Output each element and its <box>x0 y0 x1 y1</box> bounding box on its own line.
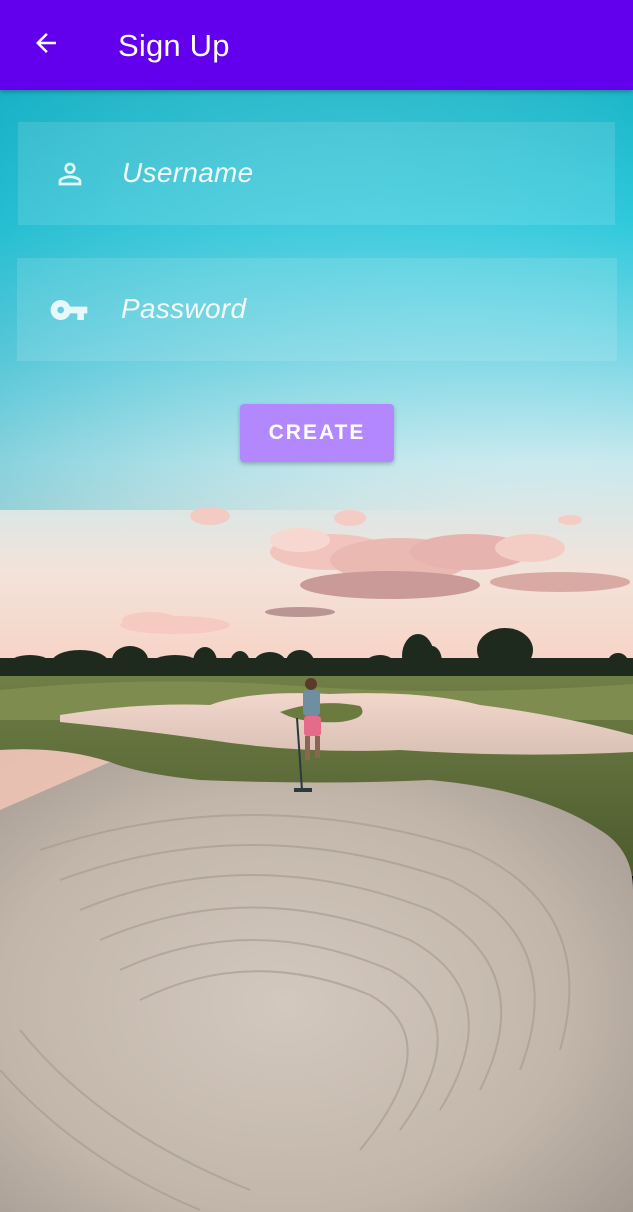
person-icon <box>50 154 90 194</box>
arrow-back-icon[interactable] <box>31 28 61 63</box>
page-title: Sign Up <box>118 28 230 63</box>
username-placeholder: Username <box>122 157 254 188</box>
app-bar: Sign Up <box>0 0 633 90</box>
password-field[interactable]: Password <box>17 258 617 361</box>
password-placeholder: Password <box>121 293 247 324</box>
key-icon <box>49 290 89 330</box>
back-button[interactable] <box>18 20 74 70</box>
signup-screen: Sign Up Username Password CREATE <box>0 0 633 1212</box>
username-field[interactable]: Username <box>18 122 615 225</box>
create-button[interactable]: CREATE <box>240 404 394 462</box>
